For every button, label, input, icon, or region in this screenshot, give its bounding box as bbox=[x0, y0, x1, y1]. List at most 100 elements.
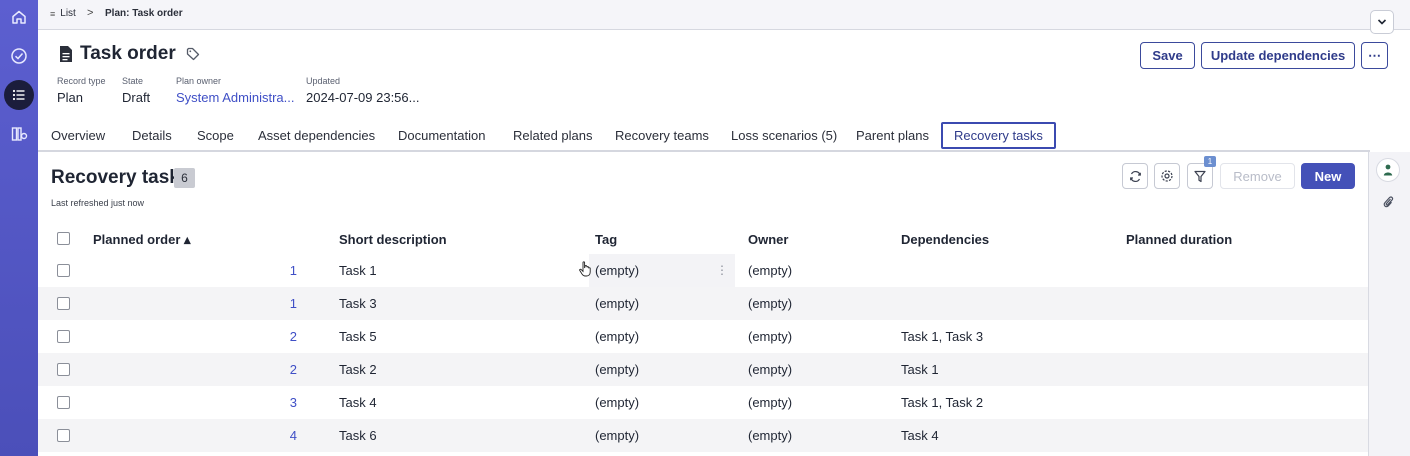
short-description-cell: Task 2 bbox=[339, 362, 377, 377]
meta-state: State Draft bbox=[122, 76, 150, 105]
short-description-cell: Task 6 bbox=[339, 428, 377, 443]
plan-owner-link[interactable]: System Administra... bbox=[176, 90, 294, 105]
tab-recovery-tasks[interactable]: Recovery tasks bbox=[941, 122, 1056, 149]
tag-cell: (empty) bbox=[595, 395, 640, 410]
planned-order-link[interactable]: 1 bbox=[267, 296, 297, 311]
hand-cursor-icon bbox=[579, 261, 591, 277]
select-all-checkbox[interactable] bbox=[57, 232, 70, 245]
record-count-badge: 6 bbox=[174, 168, 195, 188]
person-button[interactable] bbox=[1376, 158, 1400, 182]
row-checkbox[interactable] bbox=[57, 429, 70, 442]
tab-asset-dependencies[interactable]: Asset dependencies bbox=[258, 122, 375, 149]
tag-cell: (empty) bbox=[595, 263, 640, 278]
meta-value: 2024-07-09 23:56... bbox=[306, 90, 420, 105]
owner-cell: (empty) bbox=[748, 362, 793, 377]
row-checkbox[interactable] bbox=[57, 396, 70, 409]
short-description-cell: Task 1 bbox=[339, 263, 377, 278]
meta-label: Plan owner bbox=[176, 76, 222, 86]
owner-cell: (empty) bbox=[748, 296, 793, 311]
gear-icon bbox=[1161, 170, 1173, 182]
planned-order-link[interactable]: 3 bbox=[267, 395, 297, 410]
short-description-cell: Task 4 bbox=[339, 395, 377, 410]
list-icon[interactable] bbox=[4, 80, 34, 110]
meta-updated: Updated 2024-07-09 23:56... bbox=[306, 76, 419, 105]
tab-recovery-teams[interactable]: Recovery teams bbox=[615, 122, 709, 149]
meta-label: State bbox=[122, 76, 144, 86]
meta-record-type: Record type Plan bbox=[57, 76, 106, 105]
left-nav-rail bbox=[0, 0, 38, 456]
table-row[interactable]: 3 Task 4 (empty) (empty) Task 1, Task 2 bbox=[38, 386, 1368, 419]
dependencies-cell: Task 1, Task 2 bbox=[901, 395, 984, 410]
table-row[interactable]: 2 Task 5 (empty) (empty) Task 1, Task 3 bbox=[38, 320, 1368, 353]
planned-order-link[interactable]: 1 bbox=[267, 263, 297, 278]
table-row[interactable]: 4 Task 6 (empty) (empty) Task 4 bbox=[38, 419, 1368, 452]
save-button[interactable]: Save bbox=[1140, 42, 1195, 69]
row-checkbox[interactable] bbox=[57, 264, 70, 277]
update-dependencies-button[interactable]: Update dependencies bbox=[1201, 42, 1355, 69]
dependencies-cell: Task 1, Task 3 bbox=[901, 329, 984, 344]
meta-value: Draft bbox=[122, 90, 151, 105]
last-refreshed-text: Last refreshed just now bbox=[51, 198, 145, 208]
tag-cell: (empty) bbox=[595, 362, 640, 377]
table-row[interactable]: 1 Task 3 (empty) (empty) bbox=[38, 287, 1368, 320]
planned-order-link[interactable]: 4 bbox=[267, 428, 297, 443]
row-checkbox[interactable] bbox=[57, 330, 70, 343]
tab-loss-scenarios[interactable]: Loss scenarios (5) bbox=[731, 122, 837, 149]
document-icon bbox=[60, 46, 72, 62]
remove-button[interactable]: Remove bbox=[1220, 163, 1295, 189]
column-planned-order[interactable]: Planned order ▴ bbox=[93, 232, 191, 248]
more-actions-button[interactable]: ⋯ bbox=[1361, 42, 1388, 69]
check-circle-icon[interactable] bbox=[4, 41, 34, 71]
table-row[interactable]: 2 Task 2 (empty) (empty) Task 1 bbox=[38, 353, 1368, 386]
list-settings-button[interactable] bbox=[1154, 163, 1180, 189]
column-dependencies[interactable]: Dependencies bbox=[901, 232, 989, 247]
person-icon bbox=[1383, 164, 1393, 176]
tab-overview[interactable]: Overview bbox=[51, 122, 105, 149]
meta-label: Record type bbox=[57, 76, 106, 86]
tab-documentation[interactable]: Documentation bbox=[398, 122, 485, 149]
owner-cell: (empty) bbox=[748, 395, 793, 410]
planned-order-link[interactable]: 2 bbox=[267, 362, 297, 377]
owner-cell: (empty) bbox=[748, 428, 793, 443]
new-button[interactable]: New bbox=[1301, 163, 1355, 189]
column-short-description[interactable]: Short description bbox=[339, 232, 447, 247]
planned-order-link[interactable]: 2 bbox=[267, 329, 297, 344]
breadcrumb-current: Plan: Task order bbox=[105, 8, 183, 19]
cell-menu-icon[interactable]: ⋮ bbox=[716, 263, 728, 277]
home-icon[interactable] bbox=[4, 2, 34, 32]
tab-details[interactable]: Details bbox=[132, 122, 172, 149]
tab-related-plans[interactable]: Related plans bbox=[513, 122, 593, 149]
dependencies-cell: Task 4 bbox=[901, 428, 939, 443]
breadcrumb-separator: > bbox=[87, 7, 94, 19]
tab-scope[interactable]: Scope bbox=[197, 122, 234, 149]
breadcrumb: ≡ List > Plan: Task order bbox=[38, 0, 1410, 34]
column-planned-duration[interactable]: Planned duration bbox=[1126, 232, 1232, 247]
short-description-cell: Task 5 bbox=[339, 329, 377, 344]
tab-parent-plans[interactable]: Parent plans bbox=[856, 122, 929, 149]
collapse-button[interactable] bbox=[1370, 10, 1394, 34]
meta-plan-owner: Plan owner System Administra... bbox=[176, 76, 294, 105]
chevron-down-icon bbox=[1377, 19, 1387, 25]
table-header: Planned order ▴ Short description Tag Ow… bbox=[38, 224, 1368, 254]
tabs-divider bbox=[38, 150, 1370, 152]
dependencies-cell: Task 1 bbox=[901, 362, 939, 377]
meta-label: Updated bbox=[306, 76, 341, 86]
row-checkbox[interactable] bbox=[57, 363, 70, 376]
column-tag[interactable]: Tag bbox=[595, 232, 617, 247]
breadcrumb-list-label: List bbox=[60, 8, 76, 19]
tag-icon[interactable] bbox=[186, 47, 200, 61]
owner-cell: (empty) bbox=[748, 329, 793, 344]
paperclip-icon[interactable] bbox=[1382, 195, 1394, 209]
tag-cell: (empty) bbox=[595, 428, 640, 443]
column-owner[interactable]: Owner bbox=[748, 232, 788, 247]
breadcrumb-list-link[interactable]: ≡ List bbox=[50, 8, 76, 19]
row-checkbox[interactable] bbox=[57, 297, 70, 310]
tab-bar: Overview Details Scope Asset dependencie… bbox=[38, 122, 1370, 150]
refresh-icon bbox=[1129, 170, 1141, 182]
short-description-cell: Task 3 bbox=[339, 296, 377, 311]
page-title: Task order bbox=[80, 43, 176, 64]
workspace-icon[interactable] bbox=[4, 119, 34, 149]
table-row[interactable]: 1 Task 1 (empty) ⋮ (empty) bbox=[38, 254, 1368, 287]
filter-icon bbox=[1194, 170, 1206, 182]
refresh-button[interactable] bbox=[1122, 163, 1148, 189]
